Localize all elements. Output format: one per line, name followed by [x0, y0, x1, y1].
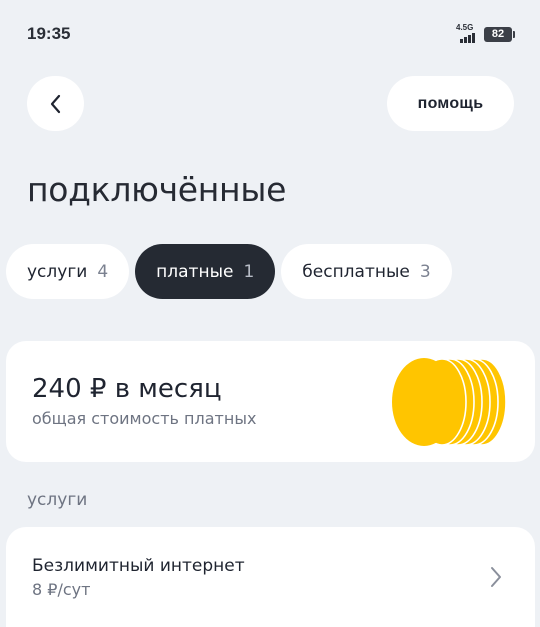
tab-paid[interactable]: платные 1	[135, 244, 276, 299]
filter-tabs: услуги 4 платные 1 бесплатные 3	[6, 244, 452, 299]
chevron-right-icon	[491, 567, 501, 587]
status-time: 19:35	[27, 24, 71, 43]
tab-label: бесплатные	[302, 261, 410, 282]
coins-icon	[392, 358, 507, 446]
service-price: 8 ₽/сут	[32, 580, 91, 599]
tab-label: услуги	[27, 261, 88, 282]
tab-label: платные	[156, 261, 234, 282]
battery-icon: 82	[484, 26, 515, 42]
tab-count: 4	[97, 261, 109, 282]
chevron-left-icon	[50, 94, 60, 113]
monthly-cost-caption: общая стоимость платных	[32, 409, 257, 428]
status-indicators: 4.5G 82	[456, 23, 515, 43]
network-type: 4.5G	[456, 23, 474, 32]
service-name: Безлимитный интернет	[32, 556, 245, 576]
tab-count: 1	[243, 261, 255, 282]
section-label: услуги	[27, 490, 88, 510]
back-button[interactable]	[27, 76, 84, 131]
monthly-cost: 240 ₽ в месяц	[32, 374, 222, 404]
summary-card: 240 ₽ в месяц общая стоимость платных	[6, 341, 535, 462]
tab-free[interactable]: бесплатные 3	[281, 244, 452, 299]
help-button[interactable]: помощь	[387, 76, 514, 131]
service-item-unlimited-internet[interactable]: Безлимитный интернет 8 ₽/сут	[6, 527, 535, 627]
page-title: подключённые	[27, 170, 287, 209]
signal-icon: 4.5G	[456, 23, 478, 43]
status-bar: 19:35 4.5G 82	[0, 0, 540, 70]
tab-count: 3	[419, 261, 431, 282]
battery-level: 82	[491, 28, 505, 40]
tab-services[interactable]: услуги 4	[6, 244, 130, 299]
